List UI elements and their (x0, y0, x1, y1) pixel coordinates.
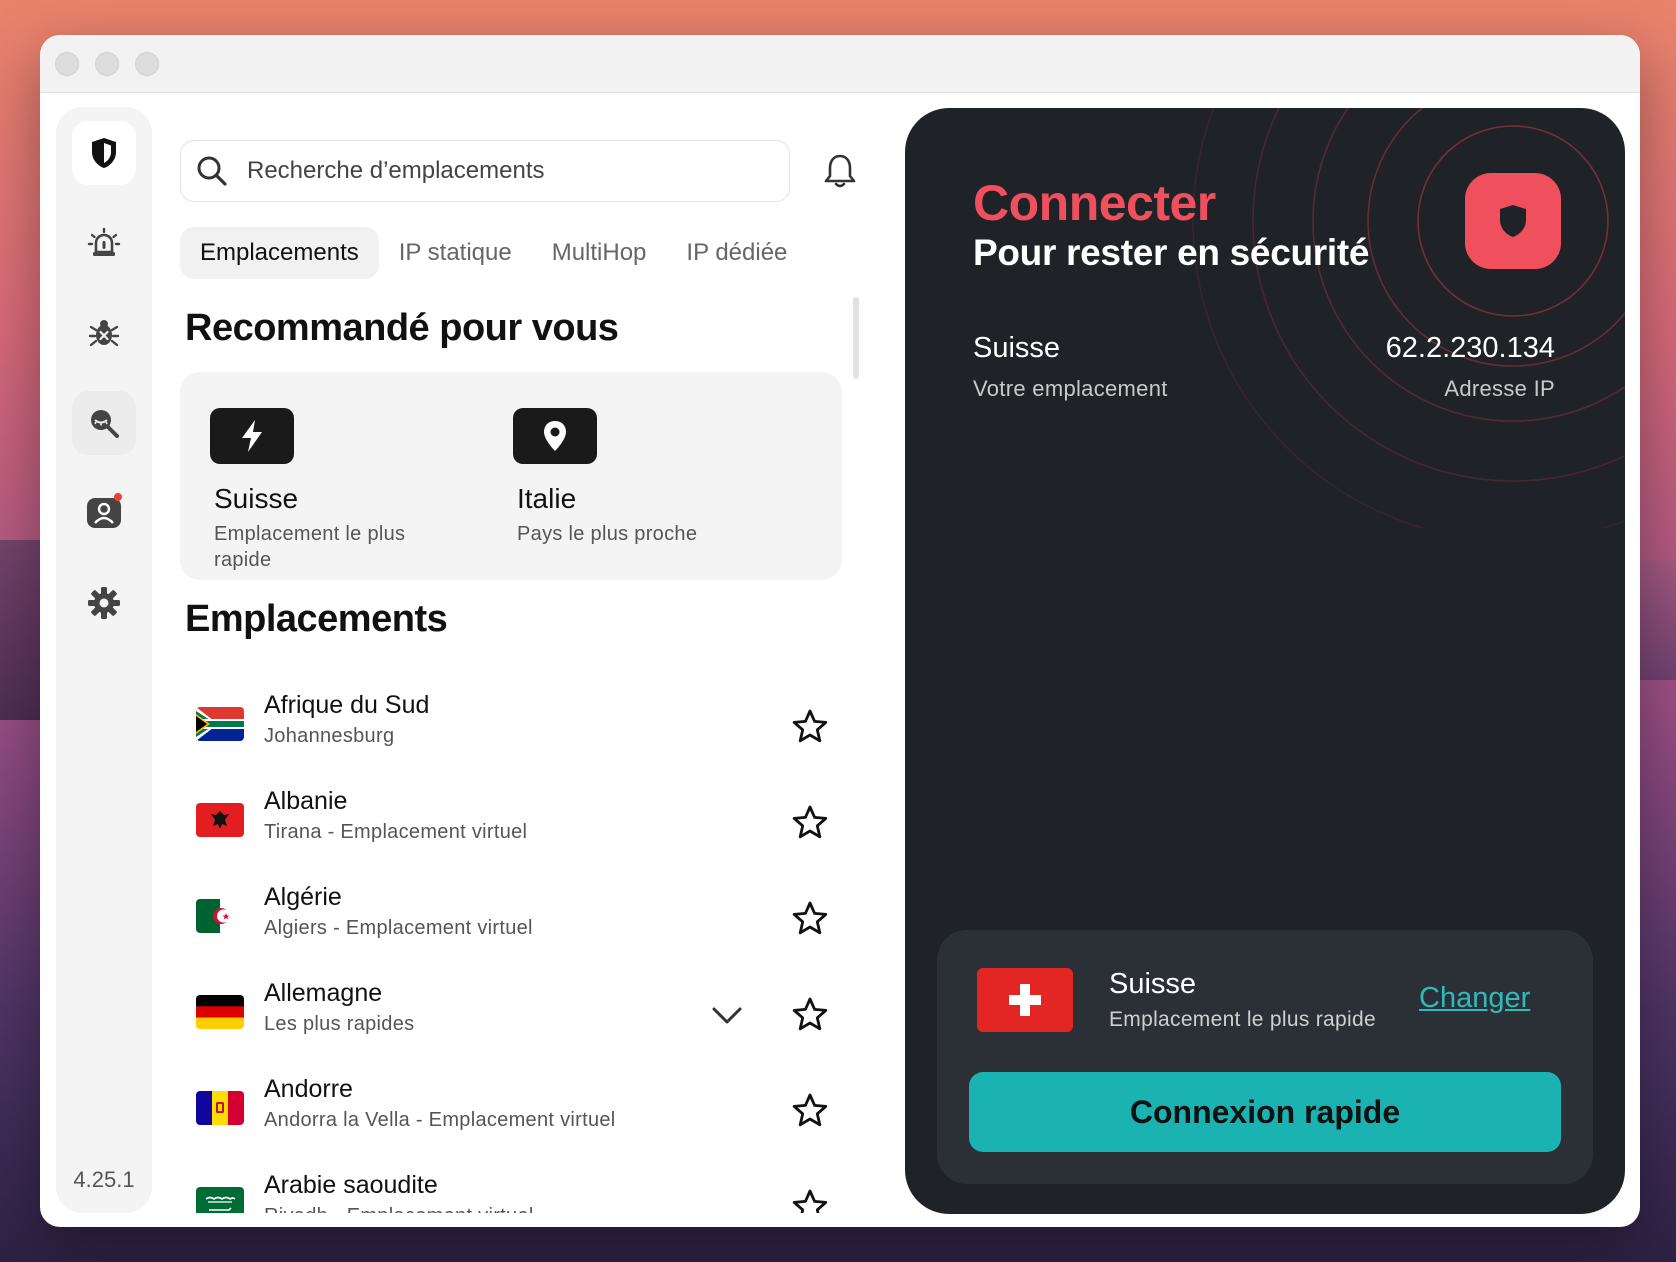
bell-icon[interactable] (820, 151, 860, 191)
flag-albania-icon (196, 803, 244, 837)
scrollbar[interactable] (853, 297, 859, 379)
location-name: Arabie saoudite (264, 1171, 438, 1199)
quick-connect-subtitle: Emplacement le plus rapide (1109, 1008, 1376, 1031)
shield-icon (1500, 205, 1526, 237)
background-decoration (1640, 560, 1676, 680)
location-pin-icon (544, 421, 566, 451)
sidebar-item-threat-protection[interactable] (72, 211, 136, 275)
close-window-button[interactable] (55, 51, 79, 76)
rec-subtitle: Emplacement le plus rapide (214, 523, 406, 571)
favorite-star-icon[interactable] (790, 803, 830, 843)
search-box[interactable] (180, 140, 790, 202)
location-name: Allemagne (264, 979, 383, 1007)
rec-icon-box (513, 408, 597, 464)
minimize-window-button[interactable] (95, 51, 119, 76)
location-city: Johannesburg (264, 725, 395, 747)
location-tabs: Emplacements IP statique MultiHop IP déd… (180, 227, 807, 279)
lightning-icon (242, 420, 262, 452)
list-item[interactable]: Albanie Tirana - Emplacement virtuel (180, 781, 860, 877)
background-decoration (0, 540, 44, 720)
search-eye-icon (91, 410, 119, 438)
rec-title: Suisse (214, 483, 299, 514)
zoom-window-button[interactable] (135, 51, 159, 76)
rec-subtitle: Pays le plus proche (517, 523, 698, 545)
tab-multihop[interactable]: MultiHop (532, 227, 667, 279)
favorite-star-icon[interactable] (790, 899, 830, 939)
swiss-cross-icon (1009, 984, 1041, 1016)
recommended-item-nearest[interactable]: Italie Pays le plus proche (510, 372, 830, 580)
quick-connect-country: Suisse (1109, 968, 1197, 1000)
location-name: Andorre (264, 1075, 353, 1103)
location-city: Tirana - Emplacement virtuel (264, 821, 528, 843)
connection-status-title: Connecter (973, 175, 1216, 231)
locations-heading: Emplacements (185, 598, 448, 640)
search-input[interactable] (247, 157, 767, 185)
list-item[interactable]: Arabie saoudite Riyadh - Emplacement vir… (180, 1165, 860, 1213)
rec-icon-box (210, 408, 294, 464)
location-name: Algérie (264, 883, 342, 911)
change-location-link[interactable]: Changer (1419, 982, 1530, 1015)
chevron-down-icon[interactable] (710, 1003, 744, 1027)
sidebar-item-settings[interactable] (72, 571, 136, 635)
list-item[interactable]: Afrique du Sud Johannesburg (180, 685, 860, 781)
list-item[interactable]: Allemagne Les plus rapides (180, 973, 860, 1069)
notification-badge (114, 493, 122, 501)
favorite-star-icon[interactable] (790, 707, 830, 747)
sidebar-item-antivirus[interactable] (72, 301, 136, 365)
sidebar: 4.25.1 (56, 107, 152, 1213)
location-name: Afrique du Sud (264, 691, 430, 719)
search-icon (197, 156, 227, 186)
shield-icon (92, 138, 116, 168)
recommended-heading: Recommandé pour vous (185, 307, 619, 349)
account-icon (87, 498, 121, 528)
recommended-card: Suisse Emplacement le plus rapide Italie… (180, 372, 842, 580)
tab-emplacements[interactable]: Emplacements (180, 227, 379, 279)
sidebar-item-dark-web-monitor[interactable] (72, 391, 136, 455)
favorite-star-icon[interactable] (790, 1091, 830, 1131)
current-location-caption: Votre emplacement (973, 376, 1168, 401)
radar-rings-decoration (1192, 108, 1625, 528)
list-item[interactable]: Algérie Algiers - Emplacement virtuel (180, 877, 860, 973)
location-city: Les plus rapides (264, 1013, 415, 1035)
quick-connect-card: Suisse Emplacement le plus rapide Change… (937, 930, 1593, 1184)
connect-button[interactable] (1465, 173, 1561, 269)
location-city: Riyadh - Emplacement virtuel (264, 1205, 534, 1213)
list-item[interactable]: Andorre Andorra la Vella - Emplacement v… (180, 1069, 860, 1165)
app-window: 4.25.1 Emplacements IP statique MultiHop… (40, 35, 1640, 1227)
location-city: Algiers - Emplacement virtuel (264, 917, 533, 939)
favorite-star-icon[interactable] (790, 995, 830, 1035)
app-version: 4.25.1 (73, 1167, 135, 1192)
bug-icon (88, 320, 120, 347)
sidebar-item-vpn[interactable] (72, 121, 136, 185)
quick-connect-button[interactable]: Connexion rapide (969, 1072, 1561, 1152)
ip-address: 62.2.230.134 (1385, 332, 1555, 364)
flag-germany-icon (196, 995, 244, 1029)
tab-ip-dediee[interactable]: IP dédiée (666, 227, 807, 279)
title-bar (40, 35, 1640, 93)
flag-switzerland-icon (977, 968, 1073, 1032)
rec-title: Italie (517, 483, 577, 514)
recommended-item-fastest[interactable]: Suisse Emplacement le plus rapide (180, 372, 500, 580)
ip-address-caption: Adresse IP (1444, 376, 1555, 401)
flag-south-africa-icon (196, 707, 244, 741)
location-name: Albanie (264, 787, 348, 815)
flag-algeria-icon (196, 899, 244, 933)
flag-andorra-icon (196, 1091, 244, 1125)
tab-ip-statique[interactable]: IP statique (379, 227, 532, 279)
connection-status-subtitle: Pour rester en sécurité (973, 232, 1370, 273)
gear-icon (88, 587, 120, 619)
locations-list: Afrique du Sud Johannesburg Albanie Tira… (180, 685, 860, 1213)
favorite-star-icon[interactable] (790, 1187, 830, 1213)
alarm-icon (87, 227, 121, 256)
connection-panel: Connecter Pour rester en sécurité Suisse… (905, 108, 1625, 1214)
flag-saudi-arabia-icon (196, 1187, 244, 1213)
current-location: Suisse (973, 332, 1061, 364)
sidebar-item-account[interactable] (72, 481, 136, 545)
location-city: Andorra la Vella - Emplacement virtuel (264, 1109, 616, 1131)
